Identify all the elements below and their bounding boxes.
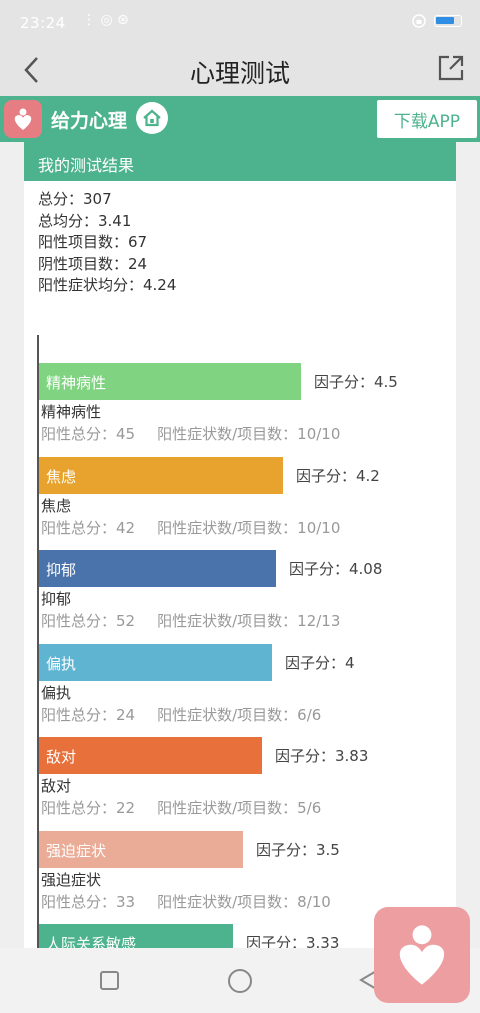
factor-positive-ratio: 阳性症状数/项目数：5/6: [157, 799, 322, 817]
factor-positive-total: 阳性总分：24: [41, 705, 136, 724]
result-summary: 总分：307 总均分：3.41 阳性项目数：67 阴性项目数：24 阳性症状均分…: [24, 181, 456, 297]
factor-bar: 精神病性: [39, 363, 301, 400]
factor-bar: 人际关系敏感: [39, 924, 233, 948]
factor-name: 精神病性: [41, 403, 102, 421]
summary-average: 总均分：3.41: [38, 211, 132, 230]
summary-positive-average: 阳性症状均分：4.24: [38, 276, 177, 294]
download-app-button[interactable]: 下载APP: [377, 100, 477, 138]
factor-detail: 阳性总分：33 阳性症状数/项目数：8/10: [41, 891, 331, 912]
factor-positive-ratio: 阳性症状数/项目数：12/13: [157, 612, 341, 630]
brand-bar: 给力心理 下载APP: [0, 96, 480, 142]
factor-name: 偏执: [41, 683, 72, 702]
factor-positive-total: 阳性总分：42: [41, 518, 136, 537]
factor-score: 因子分：3.83: [275, 747, 369, 765]
summary-positive-count: 阳性项目数：67: [38, 233, 148, 251]
brand-name: 给力心理: [51, 110, 128, 132]
recent-apps-button[interactable]: [100, 971, 119, 990]
factor-score: 因子分：4.08: [289, 560, 383, 578]
factor-score: 因子分：3.33: [246, 934, 340, 948]
factor-positive-total: 阳性总分：33: [41, 892, 136, 911]
status-right: [412, 14, 462, 28]
factor-name: 强迫症状: [41, 870, 102, 889]
factor-name: 敌对: [41, 777, 72, 795]
nav-bar: 心理测试: [0, 46, 480, 96]
floating-app-logo[interactable]: [374, 907, 470, 1003]
factor-score: 因子分：4.2: [296, 466, 380, 485]
status-icons: ⋮ ◎ ⊛: [82, 12, 129, 28]
factor-bar: 偏执: [39, 643, 272, 681]
factor-name: 焦虑: [41, 496, 72, 515]
summary-negative-count: 阴性项目数：24: [38, 254, 148, 273]
factor-score: 因子分：3.5: [256, 840, 340, 859]
result-card: 我的测试结果 总分：307 总均分：3.41 阳性项目数：67 阴性项目数：24…: [24, 142, 456, 948]
factor-positive-total: 阳性总分：52: [41, 612, 136, 630]
factor-bar: 敌对: [39, 737, 262, 774]
page-title: 心理测试: [189, 59, 290, 88]
factor-detail: 阳性总分：45 阳性症状数/项目数：10/10: [41, 423, 340, 444]
status-time: 23:24: [20, 14, 66, 32]
factor-name: 抑郁: [41, 590, 72, 608]
factor-positive-ratio: 阳性症状数/项目数：8/10: [157, 892, 331, 911]
factor-positive-total: 阳性总分：45: [41, 425, 136, 443]
factor-detail: 阳性总分：22 阳性症状数/项目数：5/6: [41, 797, 321, 818]
heart-person-icon: [399, 925, 445, 985]
factor-positive-ratio: 阳性症状数/项目数：6/6: [157, 705, 322, 724]
factor-positive-ratio: 阳性症状数/项目数：10/10: [157, 518, 341, 537]
factor-bar: 焦虑: [39, 456, 283, 494]
factor-bar: 抑郁: [39, 550, 276, 587]
factor-score: 因子分：4: [285, 653, 355, 672]
heart-person-icon: [14, 108, 32, 130]
factor-detail: 阳性总分：24 阳性症状数/项目数：6/6: [41, 704, 321, 725]
factor-detail: 阳性总分：52 阳性症状数/项目数：12/13: [41, 610, 340, 631]
app-logo: [4, 100, 42, 138]
factor-positive-total: 阳性总分：22: [41, 799, 136, 817]
lock-icon: [412, 14, 426, 28]
factor-bar: 强迫症状: [39, 830, 243, 868]
home-button[interactable]: [136, 102, 168, 134]
factor-positive-ratio: 阳性症状数/项目数：10/10: [157, 425, 341, 443]
status-bar: 23:24 ⋮ ◎ ⊛: [0, 0, 480, 46]
share-icon[interactable]: [436, 53, 466, 83]
home-icon: [143, 109, 161, 127]
result-header: 我的测试结果: [24, 142, 456, 181]
factor-bar-chart: 精神病性 因子分：4.5 精神病性 阳性总分：45 阳性症状数/项目数：10/10 焦虑因…: [37, 335, 447, 948]
summary-total: 总分：307: [38, 190, 112, 208]
home-system-button[interactable]: [228, 969, 252, 993]
factor-score: 因子分：4.5: [314, 373, 398, 391]
battery-icon: [434, 15, 462, 27]
factor-detail: 阳性总分：42 阳性症状数/项目数：10/10: [41, 517, 340, 538]
